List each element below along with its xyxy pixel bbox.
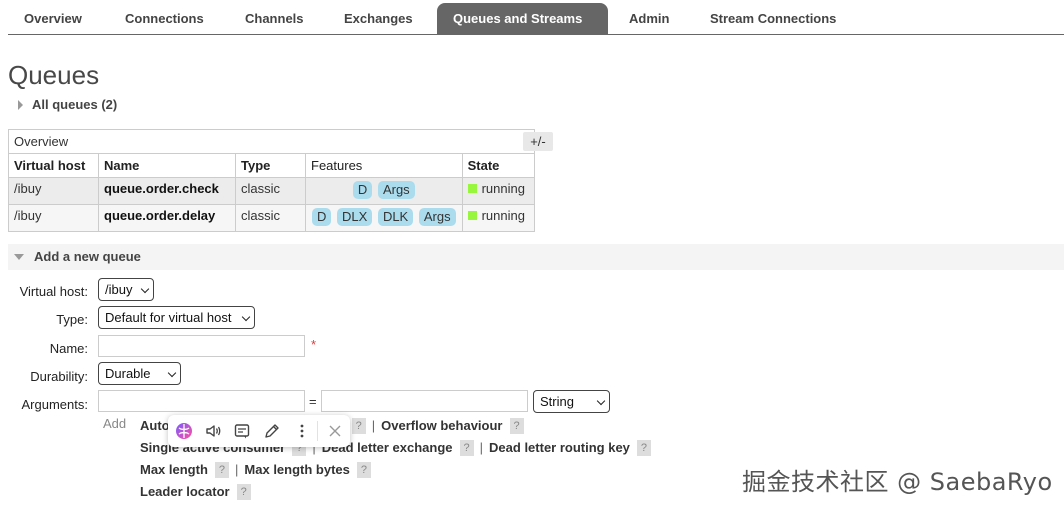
col-header-type[interactable]: Type bbox=[235, 153, 306, 178]
table-header-row: Virtual host Name Type Features State bbox=[8, 153, 535, 178]
cell-type: classic bbox=[235, 177, 306, 205]
equals-sign: = bbox=[309, 394, 317, 409]
arg-links-row-4: Leader locator? bbox=[140, 484, 251, 500]
watermark: 掘金技术社区 @ SaebaRyo bbox=[742, 468, 1053, 496]
state-label: running bbox=[481, 181, 525, 196]
tab-overview[interactable]: Overview bbox=[8, 3, 98, 34]
add-queue-label: Add a new queue bbox=[34, 249, 141, 264]
durability-label: Durability: bbox=[30, 369, 88, 384]
feature-tag: DLX bbox=[337, 208, 373, 226]
queue-name-link[interactable]: queue.order.check bbox=[98, 177, 236, 205]
queues-table: Overview Virtual host Name Type Features… bbox=[8, 129, 535, 232]
cell-features: D DLX DLK Args bbox=[305, 204, 463, 232]
cell-vhost: /ibuy bbox=[8, 177, 99, 205]
dead-letter-routing-key-link[interactable]: Dead letter routing key bbox=[489, 440, 630, 455]
add-queue-toggle[interactable]: Add a new queue bbox=[14, 249, 141, 264]
name-label: Name: bbox=[49, 341, 88, 356]
argument-type-select[interactable]: String bbox=[533, 390, 610, 413]
type-label: Type: bbox=[56, 312, 88, 327]
speaker-icon[interactable] bbox=[203, 421, 223, 441]
toggle-columns-button[interactable]: +/- bbox=[523, 132, 553, 151]
auto-expire-link[interactable]: Auto bbox=[140, 418, 170, 433]
state-indicator-icon bbox=[467, 211, 477, 220]
help-button[interactable]: ? bbox=[459, 440, 474, 456]
collapse-triangle-icon bbox=[14, 254, 24, 260]
vhost-label: Virtual host: bbox=[19, 284, 88, 299]
col-header-state[interactable]: State bbox=[461, 153, 535, 178]
tab-stream-connections[interactable]: Stream Connections bbox=[694, 3, 852, 34]
argument-value-input[interactable] bbox=[321, 390, 528, 412]
queue-name-link[interactable]: queue.order.delay bbox=[98, 204, 236, 232]
max-length-link[interactable]: Max length bbox=[140, 462, 208, 477]
help-button[interactable]: ? bbox=[509, 418, 524, 434]
cell-state: running bbox=[461, 177, 535, 205]
separator: | bbox=[479, 440, 484, 455]
required-mark: * bbox=[311, 337, 317, 352]
tab-queues-and-streams[interactable]: Queues and Streams bbox=[437, 3, 608, 34]
type-select[interactable]: Default for virtual host bbox=[98, 306, 255, 329]
add-queue-section-header[interactable]: Add a new queue bbox=[8, 244, 1064, 270]
page-title: Queues bbox=[8, 60, 100, 90]
feature-tag: D bbox=[352, 181, 373, 199]
state-label: running bbox=[481, 208, 525, 223]
cell-features: D Args bbox=[305, 177, 463, 205]
cell-vhost: /ibuy bbox=[8, 204, 99, 232]
all-queues-label: All queues (2) bbox=[32, 97, 118, 112]
feature-tag: DLK bbox=[377, 208, 414, 226]
help-button[interactable]: ? bbox=[351, 418, 366, 434]
help-button[interactable]: ? bbox=[214, 462, 230, 478]
feature-tag: Args bbox=[377, 181, 415, 199]
durability-select[interactable]: Durable bbox=[98, 362, 181, 385]
arg-links-row-3: Max length? | Max length bytes? bbox=[140, 462, 372, 478]
pencil-icon[interactable] bbox=[262, 421, 282, 441]
max-length-bytes-link[interactable]: Max length bytes bbox=[244, 462, 349, 477]
separator: | bbox=[371, 418, 376, 433]
col-header-vhost[interactable]: Virtual host bbox=[8, 153, 99, 178]
cell-type: classic bbox=[235, 204, 306, 232]
name-input[interactable] bbox=[98, 335, 305, 357]
tab-channels[interactable]: Channels bbox=[229, 3, 320, 34]
table-row: /ibuy queue.order.delay classic D DLX DL… bbox=[8, 204, 535, 232]
argument-key-input[interactable] bbox=[98, 390, 305, 412]
add-argument-label: Add bbox=[103, 416, 127, 431]
close-icon[interactable] bbox=[325, 421, 345, 441]
vhost-select[interactable]: /ibuy bbox=[98, 278, 154, 301]
brain-icon[interactable] bbox=[174, 421, 194, 441]
feature-tag: Args bbox=[418, 208, 456, 226]
floating-ai-toolbar bbox=[168, 415, 350, 447]
table-row: /ibuy queue.order.check classic D Args r… bbox=[8, 177, 535, 205]
note-icon[interactable] bbox=[232, 421, 252, 441]
col-header-name[interactable]: Name bbox=[98, 153, 236, 178]
separator: | bbox=[235, 462, 239, 477]
leader-locator-link[interactable]: Leader locator bbox=[140, 484, 230, 499]
overflow-behaviour-link[interactable]: Overflow behaviour bbox=[381, 418, 502, 433]
table-group-row: Overview bbox=[8, 129, 535, 154]
help-button[interactable]: ? bbox=[636, 440, 652, 456]
arguments-label: Arguments: bbox=[21, 397, 88, 412]
feature-tag: D bbox=[312, 208, 332, 226]
help-button[interactable]: ? bbox=[356, 462, 372, 478]
help-button[interactable]: ? bbox=[236, 484, 251, 500]
col-header-features: Features bbox=[305, 153, 463, 178]
state-indicator-icon bbox=[467, 184, 477, 193]
tab-exchanges[interactable]: Exchanges bbox=[328, 3, 429, 34]
cell-state: running bbox=[461, 204, 535, 232]
all-queues-toggle[interactable]: All queues (2) bbox=[18, 97, 117, 112]
top-nav: Overview Connections Channels Exchanges … bbox=[8, 0, 1064, 35]
toolbar-divider bbox=[317, 421, 318, 441]
more-icon[interactable] bbox=[292, 421, 312, 441]
group-header-overview: Overview bbox=[8, 129, 535, 154]
expand-triangle-icon bbox=[18, 100, 23, 110]
tab-connections[interactable]: Connections bbox=[109, 3, 220, 34]
tab-admin[interactable]: Admin bbox=[613, 3, 685, 34]
